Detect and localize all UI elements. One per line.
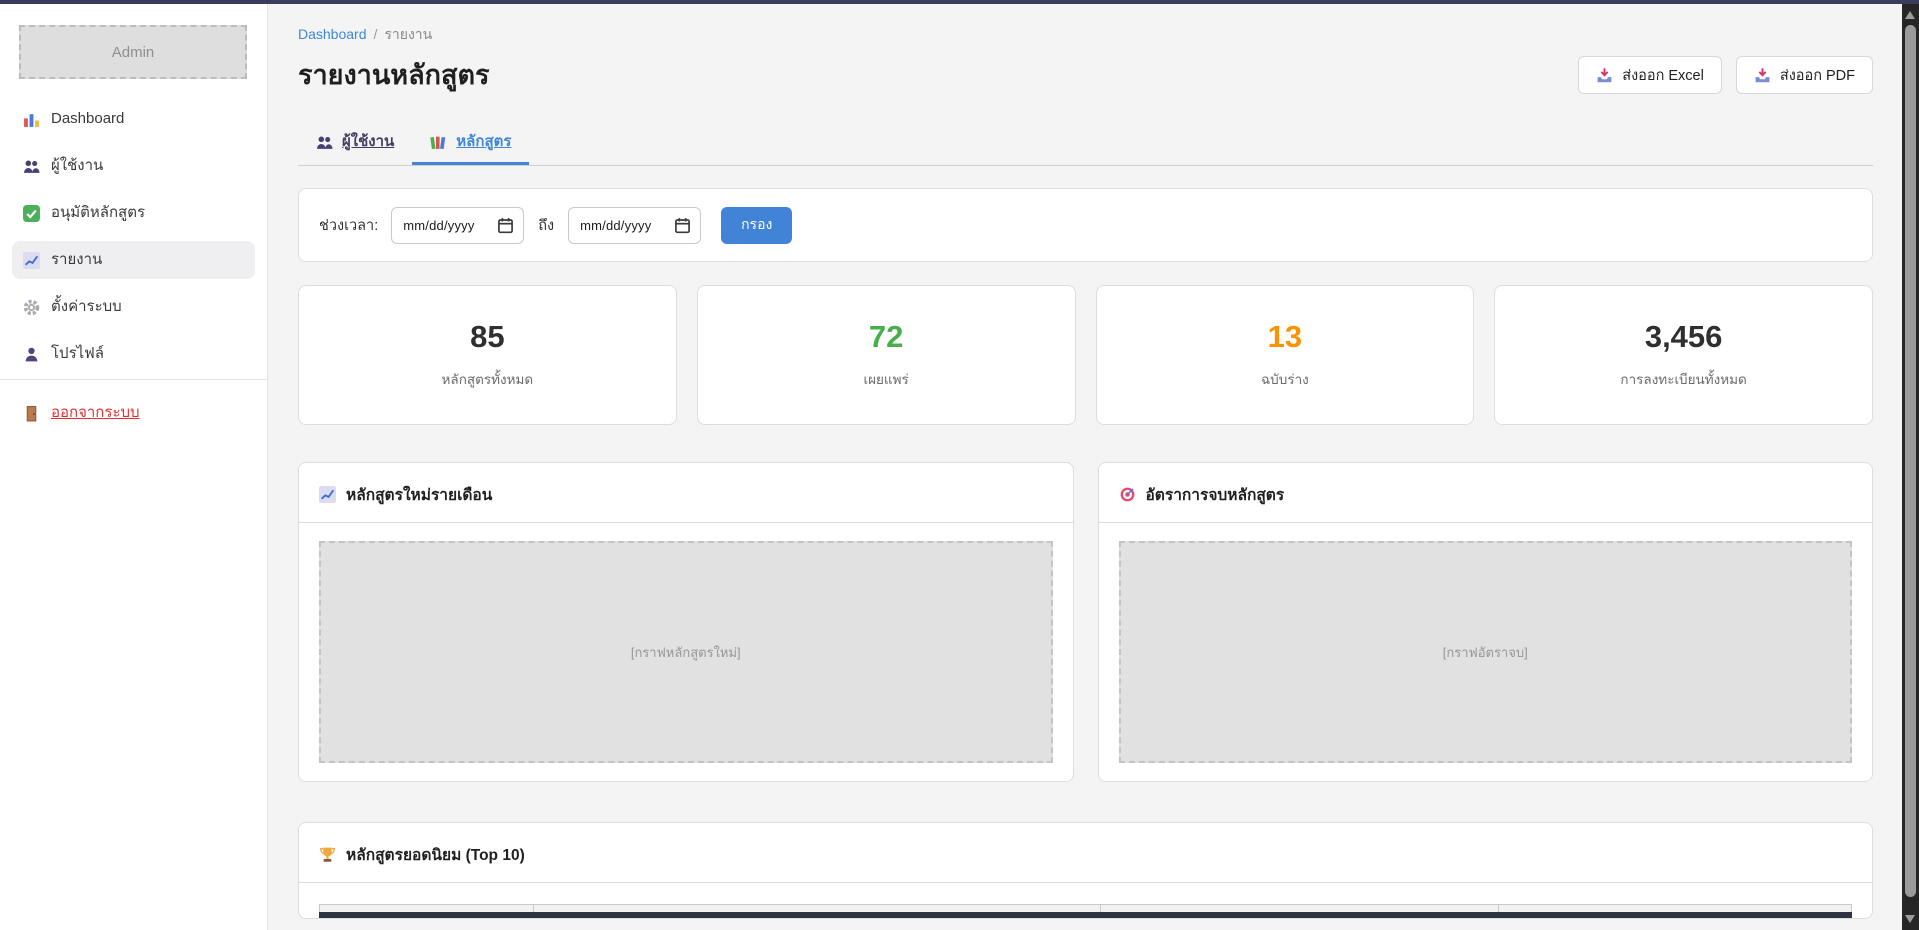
- stat-value: 72: [869, 320, 903, 354]
- panel-completion-rate: อัตราการจบหลักสูตร [กราฟอัตราจบ]: [1098, 462, 1874, 782]
- top-courses-table: [319, 904, 1852, 918]
- breadcrumb-home-link[interactable]: Dashboard: [298, 26, 367, 42]
- sidebar-divider: [0, 379, 267, 380]
- sidebar-item-label: อนุมัติหลักสูตร: [51, 203, 145, 223]
- trophy-icon: [319, 846, 336, 863]
- export-excel-label: ส่งออก Excel: [1622, 64, 1704, 87]
- table-header-row: [319, 904, 1852, 912]
- sidebar-item-label: Dashboard: [51, 109, 124, 129]
- stats-row: 85 หลักสูตรทั้งหมด 72 เผยแพร่ 13 ฉบับร่า…: [298, 285, 1873, 425]
- sidebar-item-settings[interactable]: ตั้งค่าระบบ: [12, 288, 255, 326]
- table-header-cell: [534, 905, 1100, 912]
- users-icon: [316, 134, 333, 151]
- sidebar-item-reports[interactable]: รายงาน: [12, 241, 255, 279]
- export-pdf-button[interactable]: ส่งออก PDF: [1736, 56, 1873, 94]
- panel-new-courses: หลักสูตรใหม่รายเดือน [กราฟหลักสูตรใหม่]: [298, 462, 1074, 782]
- export-pdf-label: ส่งออก PDF: [1780, 64, 1855, 87]
- panel-title: อัตราการจบหลักสูตร: [1146, 482, 1285, 507]
- tab-users-label: ผู้ใช้งาน: [342, 132, 394, 152]
- calendar-icon[interactable]: [674, 217, 691, 234]
- stat-card-total-enrollments: 3,456 การลงทะเบียนทั้งหมด: [1494, 285, 1873, 425]
- door-icon: [23, 405, 40, 422]
- sidebar-item-users[interactable]: ผู้ใช้งาน: [12, 147, 255, 185]
- scrollbar-thumb[interactable]: [1905, 25, 1916, 897]
- filter-range-label: ช่วงเวลา:: [319, 214, 378, 237]
- sidebar-item-dashboard[interactable]: Dashboard: [12, 100, 255, 138]
- sidebar-item-profile[interactable]: โปรไฟล์: [12, 335, 255, 373]
- app-root: Admin Dashboard ผู้ใช้งาน อนุมัติหลักสูต…: [0, 4, 1919, 930]
- tab-bar: ผู้ใช้งาน หลักสูตร: [298, 118, 1873, 166]
- placeholder-text: [กราฟหลักสูตรใหม่]: [631, 642, 741, 663]
- date-from-input[interactable]: mm/dd/yyyy: [391, 207, 524, 244]
- breadcrumb-current: รายงาน: [384, 26, 432, 42]
- filter-bar: ช่วงเวลา: mm/dd/yyyy ถึง mm/dd/yyyy กรอง: [298, 188, 1873, 262]
- sidebar-item-label: โปรไฟล์: [51, 344, 104, 364]
- filter-to-label: ถึง: [538, 214, 554, 237]
- panel-title: หลักสูตรใหม่รายเดือน: [346, 482, 492, 507]
- sidebar-item-label: รายงาน: [51, 250, 102, 270]
- scrollbar-up-arrow[interactable]: [1905, 11, 1915, 19]
- tab-courses[interactable]: หลักสูตร: [412, 118, 529, 165]
- page-title: รายงานหลักสูตร: [298, 59, 490, 91]
- export-excel-button[interactable]: ส่งออก Excel: [1578, 56, 1722, 94]
- sidebar-item-label: ตั้งค่าระบบ: [51, 297, 122, 317]
- page-header: รายงานหลักสูตร ส่งออก Excel ส่งออก PDF: [298, 56, 1873, 94]
- download-tray-icon: [1754, 67, 1771, 84]
- table-header-cell: [1101, 905, 1499, 912]
- panel-title: หลักสูตรยอดนิยม (Top 10): [346, 842, 525, 867]
- breadcrumb: Dashboard / รายงาน: [298, 25, 1873, 43]
- export-buttons: ส่งออก Excel ส่งออก PDF: [1578, 56, 1873, 94]
- chart-panels-row: หลักสูตรใหม่รายเดือน [กราฟหลักสูตรใหม่] …: [298, 462, 1873, 782]
- stat-value: 13: [1268, 320, 1302, 354]
- line-chart-icon: [23, 252, 40, 269]
- logo-text: Admin: [112, 44, 155, 61]
- vertical-scrollbar[interactable]: [1902, 4, 1919, 930]
- users-icon: [23, 158, 40, 175]
- panel-header: อัตราการจบหลักสูตร: [1099, 463, 1873, 523]
- sidebar-nav: Dashboard ผู้ใช้งาน อนุมัติหลักสูตร รายง…: [0, 100, 267, 373]
- table-header-dark-band: [319, 912, 1852, 918]
- stat-label: เผยแพร่: [863, 368, 908, 390]
- stat-label: ฉบับร่าง: [1261, 368, 1309, 390]
- person-icon: [23, 346, 40, 363]
- main-content: Dashboard / รายงาน รายงานหลักสูตร ส่งออก E…: [268, 4, 1902, 930]
- panel-header: หลักสูตรใหม่รายเดือน: [299, 463, 1073, 523]
- breadcrumb-separator: /: [374, 26, 378, 42]
- filter-submit-button[interactable]: กรอง: [721, 207, 792, 244]
- stat-card-published: 72 เผยแพร่: [697, 285, 1076, 425]
- sidebar-item-course-approval[interactable]: อนุมัติหลักสูตร: [12, 194, 255, 232]
- scrollbar-down-arrow[interactable]: [1905, 915, 1915, 923]
- books-icon: [430, 134, 447, 151]
- sidebar-item-label: ผู้ใช้งาน: [51, 156, 103, 176]
- line-chart-icon: [319, 486, 336, 503]
- target-icon: [1119, 486, 1136, 503]
- table-header-cell: [1499, 905, 1851, 912]
- logout-label: ออกจากระบบ: [51, 403, 140, 423]
- tab-courses-label: หลักสูตร: [456, 132, 511, 152]
- date-from-value: mm/dd/yyyy: [403, 218, 491, 233]
- sidebar: Admin Dashboard ผู้ใช้งาน อนุมัติหลักสูต…: [0, 4, 268, 930]
- stat-card-total-courses: 85 หลักสูตรทั้งหมด: [298, 285, 677, 425]
- logout-link[interactable]: ออกจากระบบ: [12, 394, 255, 432]
- stat-value: 3,456: [1645, 320, 1723, 354]
- logo-placeholder: Admin: [19, 25, 247, 79]
- completion-rate-chart-placeholder: [กราฟอัตราจบ]: [1119, 541, 1853, 763]
- gear-icon: [23, 299, 40, 316]
- date-to-input[interactable]: mm/dd/yyyy: [568, 207, 701, 244]
- stat-value: 85: [470, 320, 504, 354]
- download-tray-icon: [1596, 67, 1613, 84]
- table-header-cell: [320, 905, 534, 912]
- tab-users[interactable]: ผู้ใช้งาน: [298, 118, 412, 165]
- stat-label: หลักสูตรทั้งหมด: [442, 368, 534, 390]
- bar-chart-icon: [23, 111, 40, 128]
- stat-card-drafts: 13 ฉบับร่าง: [1096, 285, 1475, 425]
- panel-top-courses: หลักสูตรยอดนิยม (Top 10): [298, 822, 1873, 919]
- calendar-icon[interactable]: [497, 217, 514, 234]
- panel-header: หลักสูตรยอดนิยม (Top 10): [299, 823, 1872, 883]
- check-icon: [23, 205, 40, 222]
- date-to-value: mm/dd/yyyy: [580, 218, 668, 233]
- new-courses-chart-placeholder: [กราฟหลักสูตรใหม่]: [319, 541, 1053, 763]
- stat-label: การลงทะเบียนทั้งหมด: [1620, 368, 1746, 390]
- placeholder-text: [กราฟอัตราจบ]: [1443, 642, 1528, 663]
